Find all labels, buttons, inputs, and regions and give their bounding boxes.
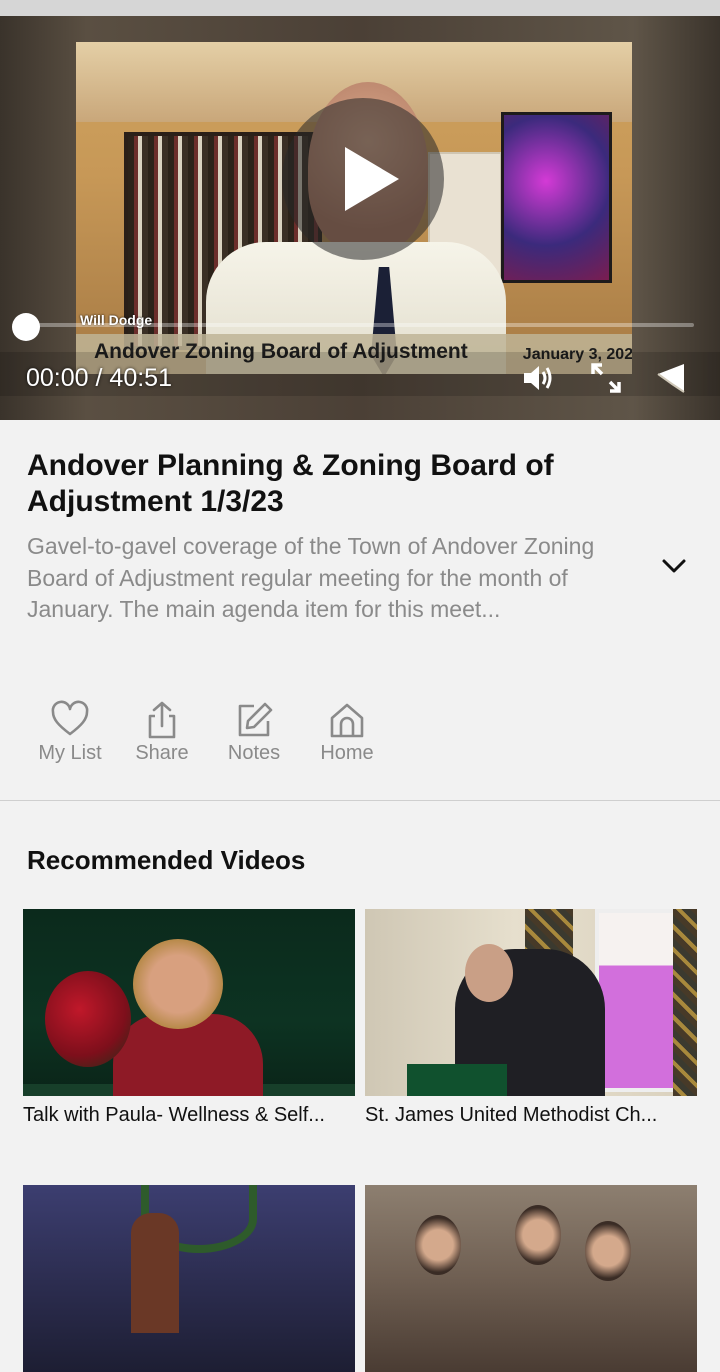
edit-icon <box>238 702 273 737</box>
notes-button[interactable]: Notes <box>222 700 286 765</box>
recommended-video-title: Talk with Paula- Wellness & Self... <box>23 1104 325 1126</box>
home-icon <box>330 703 364 738</box>
current-time: 00:00 <box>26 364 89 392</box>
video-player[interactable]: Will Dodge Andover Zoning Board of Adjus… <box>0 16 720 420</box>
fullscreen-button[interactable] <box>586 358 626 398</box>
recommended-video-card[interactable]: St. James United Methodist Ch... <box>365 909 697 1127</box>
share-icon <box>148 701 176 739</box>
share-label: Share <box>135 742 189 764</box>
status-bar <box>0 0 720 16</box>
recommended-heading: Recommended Videos <box>27 845 306 875</box>
recommended-video-card[interactable] <box>365 1185 697 1372</box>
video-title: Andover Planning & Zoning Board of Adjus… <box>27 449 554 518</box>
my-list-button[interactable]: My List <box>34 700 106 765</box>
progress-track[interactable] <box>26 323 694 327</box>
video-thumbnail <box>365 909 697 1096</box>
home-button[interactable]: Home <box>314 700 380 765</box>
recommended-video-card[interactable] <box>23 1185 355 1372</box>
video-thumbnail <box>23 1185 355 1372</box>
duration: 40:51 <box>109 364 172 392</box>
cast-icon <box>657 364 685 393</box>
play-icon <box>345 147 399 211</box>
play-button[interactable] <box>282 98 444 260</box>
action-row: My List Share Notes Home <box>0 700 720 770</box>
recommended-video-card[interactable]: Talk with Paula- Wellness & Self... <box>23 909 355 1127</box>
painting <box>501 112 612 283</box>
progress-scrubber[interactable] <box>12 313 40 341</box>
home-label: Home <box>320 742 374 764</box>
video-description: Gavel-to-gavel coverage of the Town of A… <box>27 533 595 622</box>
volume-icon <box>524 366 552 390</box>
video-thumbnail <box>365 1185 697 1372</box>
expand-description-button[interactable] <box>656 550 692 582</box>
volume-button[interactable] <box>518 358 558 398</box>
cast-button[interactable] <box>652 358 692 398</box>
share-button[interactable]: Share <box>130 700 194 765</box>
time-separator: / <box>95 364 103 392</box>
time-display: 00:00 / 40:51 <box>26 364 172 393</box>
chevron-down-icon <box>662 559 686 573</box>
video-thumbnail <box>23 909 355 1096</box>
section-divider <box>0 800 720 801</box>
notes-label: Notes <box>227 742 281 764</box>
fullscreen-icon <box>591 363 621 393</box>
my-list-label: My List <box>38 742 102 764</box>
heart-icon <box>51 700 89 736</box>
recommended-video-title: St. James United Methodist Ch... <box>365 1104 658 1126</box>
